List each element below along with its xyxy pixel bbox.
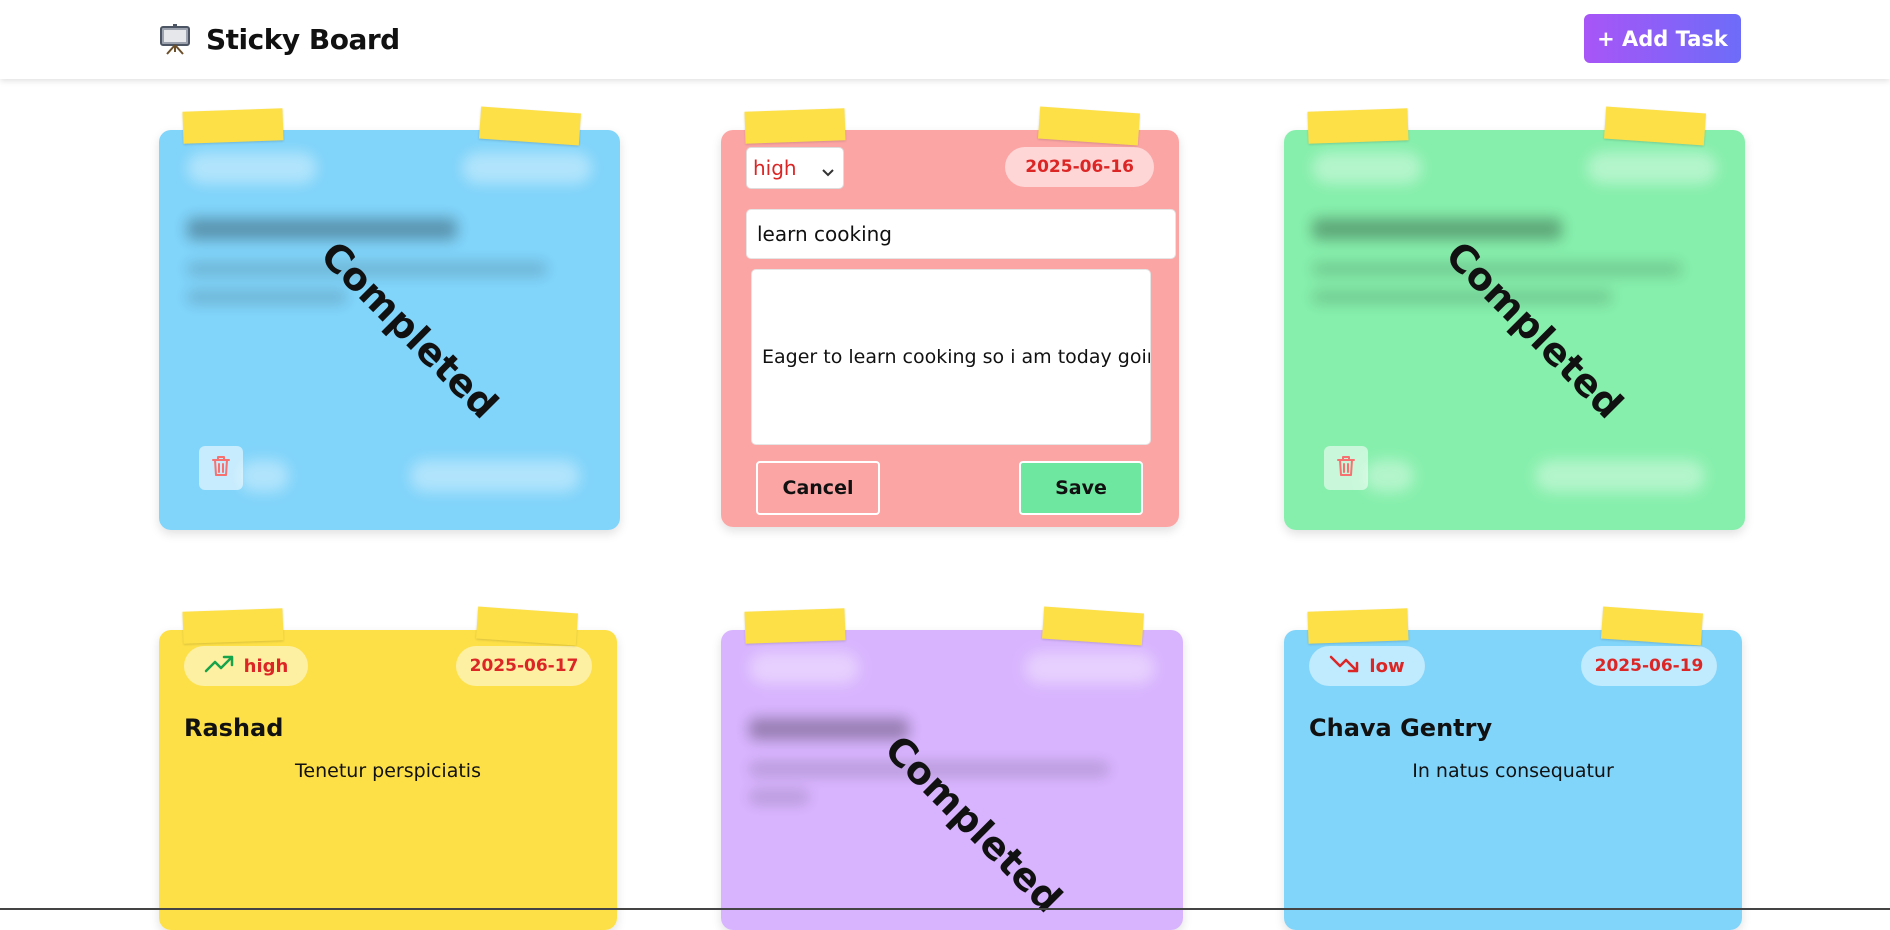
sticky-note: Completed <box>159 130 620 530</box>
priority-select[interactable]: high <box>746 147 844 189</box>
save-button[interactable]: Save <box>1019 461 1143 515</box>
tape <box>744 608 845 643</box>
note-title: Rashad <box>184 714 283 742</box>
due-date-badge: 2025-06-16 <box>1005 147 1154 187</box>
app-title: Sticky Board <box>206 23 400 56</box>
top-bar: Sticky Board + Add Task <box>0 0 1890 79</box>
tape <box>1307 608 1408 643</box>
due-date-badge: 2025-06-19 <box>1581 646 1717 686</box>
note-description: In natus consequatur <box>1284 760 1742 782</box>
tape <box>476 607 578 646</box>
tape <box>1307 108 1408 143</box>
note-title: Chava Gentry <box>1309 714 1492 742</box>
chevron-down-icon <box>821 160 835 184</box>
priority-badge: low <box>1309 646 1425 686</box>
trash-icon <box>1335 454 1357 482</box>
trending-down-icon <box>1329 654 1369 679</box>
tape <box>182 608 283 643</box>
sticky-note: Completed <box>1284 130 1745 530</box>
tape <box>744 108 845 143</box>
priority-badge: high <box>184 646 308 686</box>
brand: Sticky Board <box>158 20 400 58</box>
sticky-note: Completed <box>721 630 1183 930</box>
note-description: Tenetur perspiciatis <box>159 760 617 782</box>
delete-button[interactable] <box>1324 446 1368 490</box>
trending-up-icon <box>204 654 244 679</box>
sticky-note-edit: high 2025-06-16 Eager to learn cooking s… <box>721 130 1179 527</box>
priority-label: low <box>1369 656 1404 677</box>
add-task-button[interactable]: + Add Task <box>1584 14 1741 63</box>
tape <box>1038 107 1140 146</box>
presentation-board-icon <box>158 22 192 56</box>
tape <box>1042 607 1144 646</box>
title-input[interactable] <box>746 209 1176 259</box>
trash-icon <box>210 454 232 482</box>
priority-label: high <box>244 656 289 677</box>
tape <box>1604 107 1706 146</box>
tape <box>1601 607 1703 646</box>
sticky-note: high 2025-06-17 Rashad Tenetur perspicia… <box>159 630 617 930</box>
tape <box>479 107 581 146</box>
priority-select-value: high <box>753 156 797 180</box>
tape <box>182 108 283 143</box>
delete-button[interactable] <box>199 446 243 490</box>
due-date-badge: 2025-06-17 <box>456 646 592 686</box>
cancel-button[interactable]: Cancel <box>756 461 880 515</box>
description-textarea[interactable]: Eager to learn cooking so i am today goi… <box>751 269 1151 445</box>
sticky-note: low 2025-06-19 Chava Gentry In natus con… <box>1284 630 1742 930</box>
